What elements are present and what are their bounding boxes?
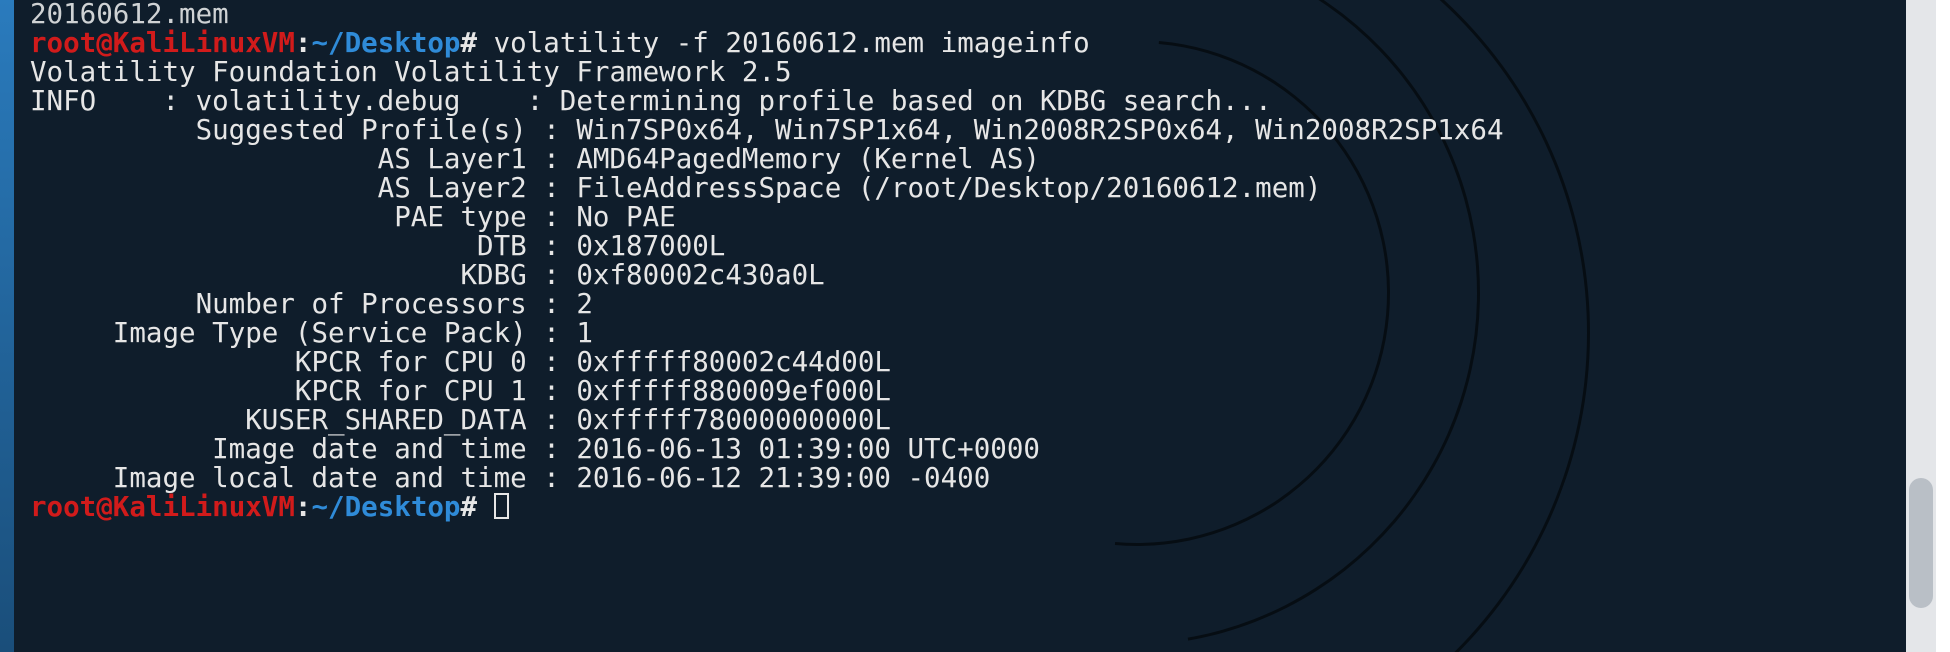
prompt2-hash: # bbox=[461, 491, 478, 523]
prompt-user: root bbox=[30, 27, 96, 59]
prev-output-fragment: 20160612.mem bbox=[30, 0, 229, 30]
command-text: volatility -f 20160612.mem imageinfo bbox=[494, 27, 1090, 59]
terminal[interactable]: 20160612.mem root@KaliLinuxVM:~/Desktop#… bbox=[26, 0, 1906, 652]
terminal-cursor bbox=[494, 493, 509, 519]
prompt-path: ~/Desktop bbox=[311, 27, 460, 59]
prompt-at: @ bbox=[96, 27, 113, 59]
prompt2-user: root bbox=[30, 491, 96, 523]
scrollbar-thumb[interactable] bbox=[1909, 478, 1933, 608]
prompt2-at: @ bbox=[96, 491, 113, 523]
prompt2-path: ~/Desktop bbox=[311, 491, 460, 523]
prompt-hash: # bbox=[461, 27, 478, 59]
volatility-banner: Volatility Foundation Volatility Framewo… bbox=[30, 56, 792, 88]
window-frame-right bbox=[1936, 0, 1950, 652]
volatility-info-line: INFO : volatility.debug : Determining pr… bbox=[30, 85, 1272, 117]
prompt-colon: : bbox=[295, 27, 312, 59]
prompt2-host: KaliLinuxVM bbox=[113, 491, 295, 523]
window-frame-left bbox=[0, 0, 14, 652]
prompt2-colon: : bbox=[295, 491, 312, 523]
terminal-output: 20160612.mem root@KaliLinuxVM:~/Desktop#… bbox=[30, 0, 1902, 522]
prompt-host: KaliLinuxVM bbox=[113, 27, 295, 59]
imageinfo-rows: Suggested Profile(s) : Win7SP0x64, Win7S… bbox=[30, 114, 1504, 494]
